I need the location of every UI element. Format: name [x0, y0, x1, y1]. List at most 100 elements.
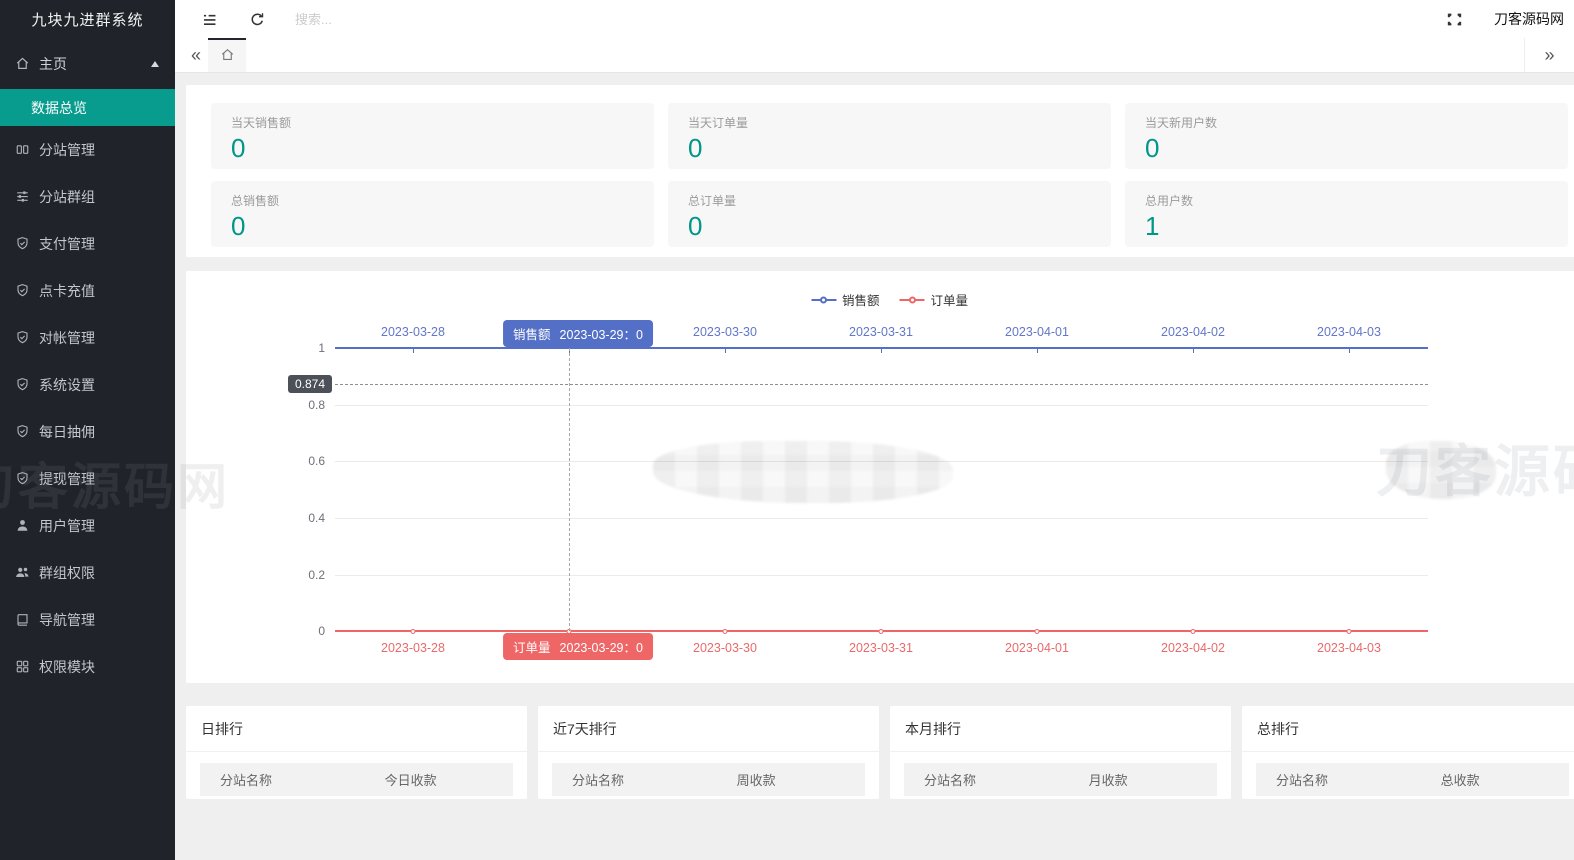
stats-panel: 当天销售额 0 当天订单量 0 当天新用户数 0 总销售额 0 总订单量 0 总…: [186, 85, 1574, 257]
column-header-site-name: 分站名称: [904, 770, 1061, 789]
stat-label: 总订单量: [688, 192, 1091, 209]
sidebar-item-home[interactable]: 主页: [0, 38, 175, 89]
x-label-top: 2023-03-28: [381, 325, 445, 339]
home-icon: [15, 56, 30, 71]
main-content: 当天销售额 0 当天订单量 0 当天新用户数 0 总销售额 0 总订单量 0 总…: [175, 74, 1574, 860]
column-header-amount: 今日收款: [357, 770, 514, 789]
header-right: 刀客源码网: [1444, 9, 1574, 29]
stat-card-total-sales: 总销售额 0: [211, 181, 654, 247]
gridline: [335, 518, 1428, 519]
refresh-icon[interactable]: [247, 9, 267, 29]
sidebar-item-user-manage[interactable]: 用户管理: [0, 502, 175, 549]
x-label-top: 2023-04-03: [1317, 325, 1381, 339]
sidebar-item-label: 主页: [39, 54, 67, 74]
rank-card-title: 本月排行: [890, 706, 1231, 752]
stat-value: 1: [1145, 212, 1548, 241]
axis-tick: [1037, 349, 1038, 353]
legend-item-orders[interactable]: 订单量: [900, 290, 969, 309]
rank-card-daily: 日排行 分站名称 今日收款: [186, 706, 527, 799]
chart-plot-area[interactable]: 1 0.8 0.6 0.4 0.2 0 2023-03-28 2023-03-2…: [335, 348, 1428, 631]
data-point: [1347, 629, 1352, 634]
column-header-amount: 月收款: [1061, 770, 1218, 789]
tabs-scroll-right-icon[interactable]: »: [1524, 38, 1574, 72]
sidebar-item-data-overview[interactable]: 数据总览: [0, 89, 175, 126]
rank-card-total: 总排行 分站名称 总收款: [1242, 706, 1574, 799]
sidebar-item-label: 每日抽佣: [39, 422, 95, 442]
sidebar-item-label: 点卡充值: [39, 281, 95, 301]
stat-label: 当天新用户数: [1145, 114, 1548, 131]
line-series-icon: [900, 295, 925, 305]
search-input[interactable]: [295, 12, 595, 27]
stat-value: 0: [231, 212, 634, 241]
y-tick: 1: [285, 341, 325, 355]
tooltip-series-name: 订单量: [513, 637, 551, 656]
stat-card-today-sales: 当天销售额 0: [211, 103, 654, 169]
shield-check-icon: [15, 330, 30, 345]
x-label-bottom: 2023-04-02: [1161, 641, 1225, 655]
column-header-amount: 周收款: [709, 770, 866, 789]
sidebar-item-label: 导航管理: [39, 610, 95, 630]
tooltip-value-text: 2023-03-29：0: [560, 324, 643, 343]
x-label-bottom: 2023-03-28: [381, 641, 445, 655]
tooltip-sales: 销售额 2023-03-29：0: [503, 320, 653, 347]
rank-card-month: 本月排行 分站名称 月收款: [890, 706, 1231, 799]
rank-table-header: 分站名称 总收款: [1256, 763, 1569, 796]
y-tick: 0: [285, 624, 325, 638]
shield-check-icon: [15, 236, 30, 251]
top-header: 刀客源码网: [175, 0, 1574, 38]
sidebar-item-card-recharge[interactable]: 点卡充值: [0, 267, 175, 314]
x-label-bottom: 2023-04-01: [1005, 641, 1069, 655]
sidebar-item-permission-module[interactable]: 权限模块: [0, 643, 175, 690]
tooltip-value-text: 2023-03-29：0: [560, 637, 643, 656]
axis-tick: [1349, 349, 1350, 353]
sidebar-item-label: 支付管理: [39, 234, 95, 254]
stat-value: 0: [688, 134, 1091, 163]
data-point: [879, 629, 884, 634]
users-icon: [15, 565, 30, 580]
gridline: [335, 575, 1428, 576]
chart-legend: 销售额 订单量: [811, 290, 968, 309]
axis-tick: [725, 349, 726, 353]
stat-card-total-users: 总用户数 1: [1125, 181, 1568, 247]
fullscreen-icon[interactable]: [1444, 9, 1464, 29]
collapse-menu-icon[interactable]: [199, 9, 219, 29]
rank-card-title: 总排行: [1242, 706, 1574, 752]
data-point: [723, 629, 728, 634]
sidebar-item-substation-manage[interactable]: 分站管理: [0, 126, 175, 173]
sidebar-item-withdraw-manage[interactable]: 提现管理: [0, 455, 175, 502]
line-series-icon: [811, 295, 836, 305]
tab-home[interactable]: [208, 38, 246, 72]
module-icon: [15, 659, 30, 674]
column-header-site-name: 分站名称: [552, 770, 709, 789]
sidebar-item-group-permission[interactable]: 群组权限: [0, 549, 175, 596]
sidebar-item-label: 系统设置: [39, 375, 95, 395]
sidebar-item-nav-manage[interactable]: 导航管理: [0, 596, 175, 643]
legend-label: 订单量: [931, 290, 969, 309]
rank-card-title: 日排行: [186, 706, 527, 752]
sidebar-item-substation-group[interactable]: 分站群组: [0, 173, 175, 220]
legend-item-sales[interactable]: 销售额: [811, 290, 880, 309]
sidebar-subitem-label: 数据总览: [31, 98, 87, 118]
axis-pointer-vline: [569, 348, 570, 631]
stat-card-today-orders: 当天订单量 0: [668, 103, 1111, 169]
axis-tick: [413, 349, 414, 353]
sidebar-item-reconciliation[interactable]: 对帐管理: [0, 314, 175, 361]
blurred-watermark: [653, 441, 953, 503]
data-point: [1191, 629, 1196, 634]
sidebar-item-label: 分站管理: [39, 140, 95, 160]
rankings-row: 日排行 分站名称 今日收款 近7天排行 分站名称 周收款 本月排行 分站名称 月…: [186, 706, 1574, 799]
stat-card-total-orders: 总订单量 0: [668, 181, 1111, 247]
sidebar-item-payment-manage[interactable]: 支付管理: [0, 220, 175, 267]
legend-label: 销售额: [842, 290, 880, 309]
shield-check-icon: [15, 424, 30, 439]
sidebar-item-system-settings[interactable]: 系统设置: [0, 361, 175, 408]
tab-bar: « »: [175, 38, 1574, 73]
stat-label: 总销售额: [231, 192, 634, 209]
tabs-scroll-left-icon[interactable]: «: [183, 38, 209, 72]
sidebar-item-label: 提现管理: [39, 469, 95, 489]
y-tick: 0.2: [285, 568, 325, 582]
x-label-top: 2023-03-30: [693, 325, 757, 339]
brand-link[interactable]: 刀客源码网: [1494, 9, 1574, 29]
x-label-bottom: 2023-03-30: [693, 641, 757, 655]
sidebar-item-daily-commission[interactable]: 每日抽佣: [0, 408, 175, 455]
